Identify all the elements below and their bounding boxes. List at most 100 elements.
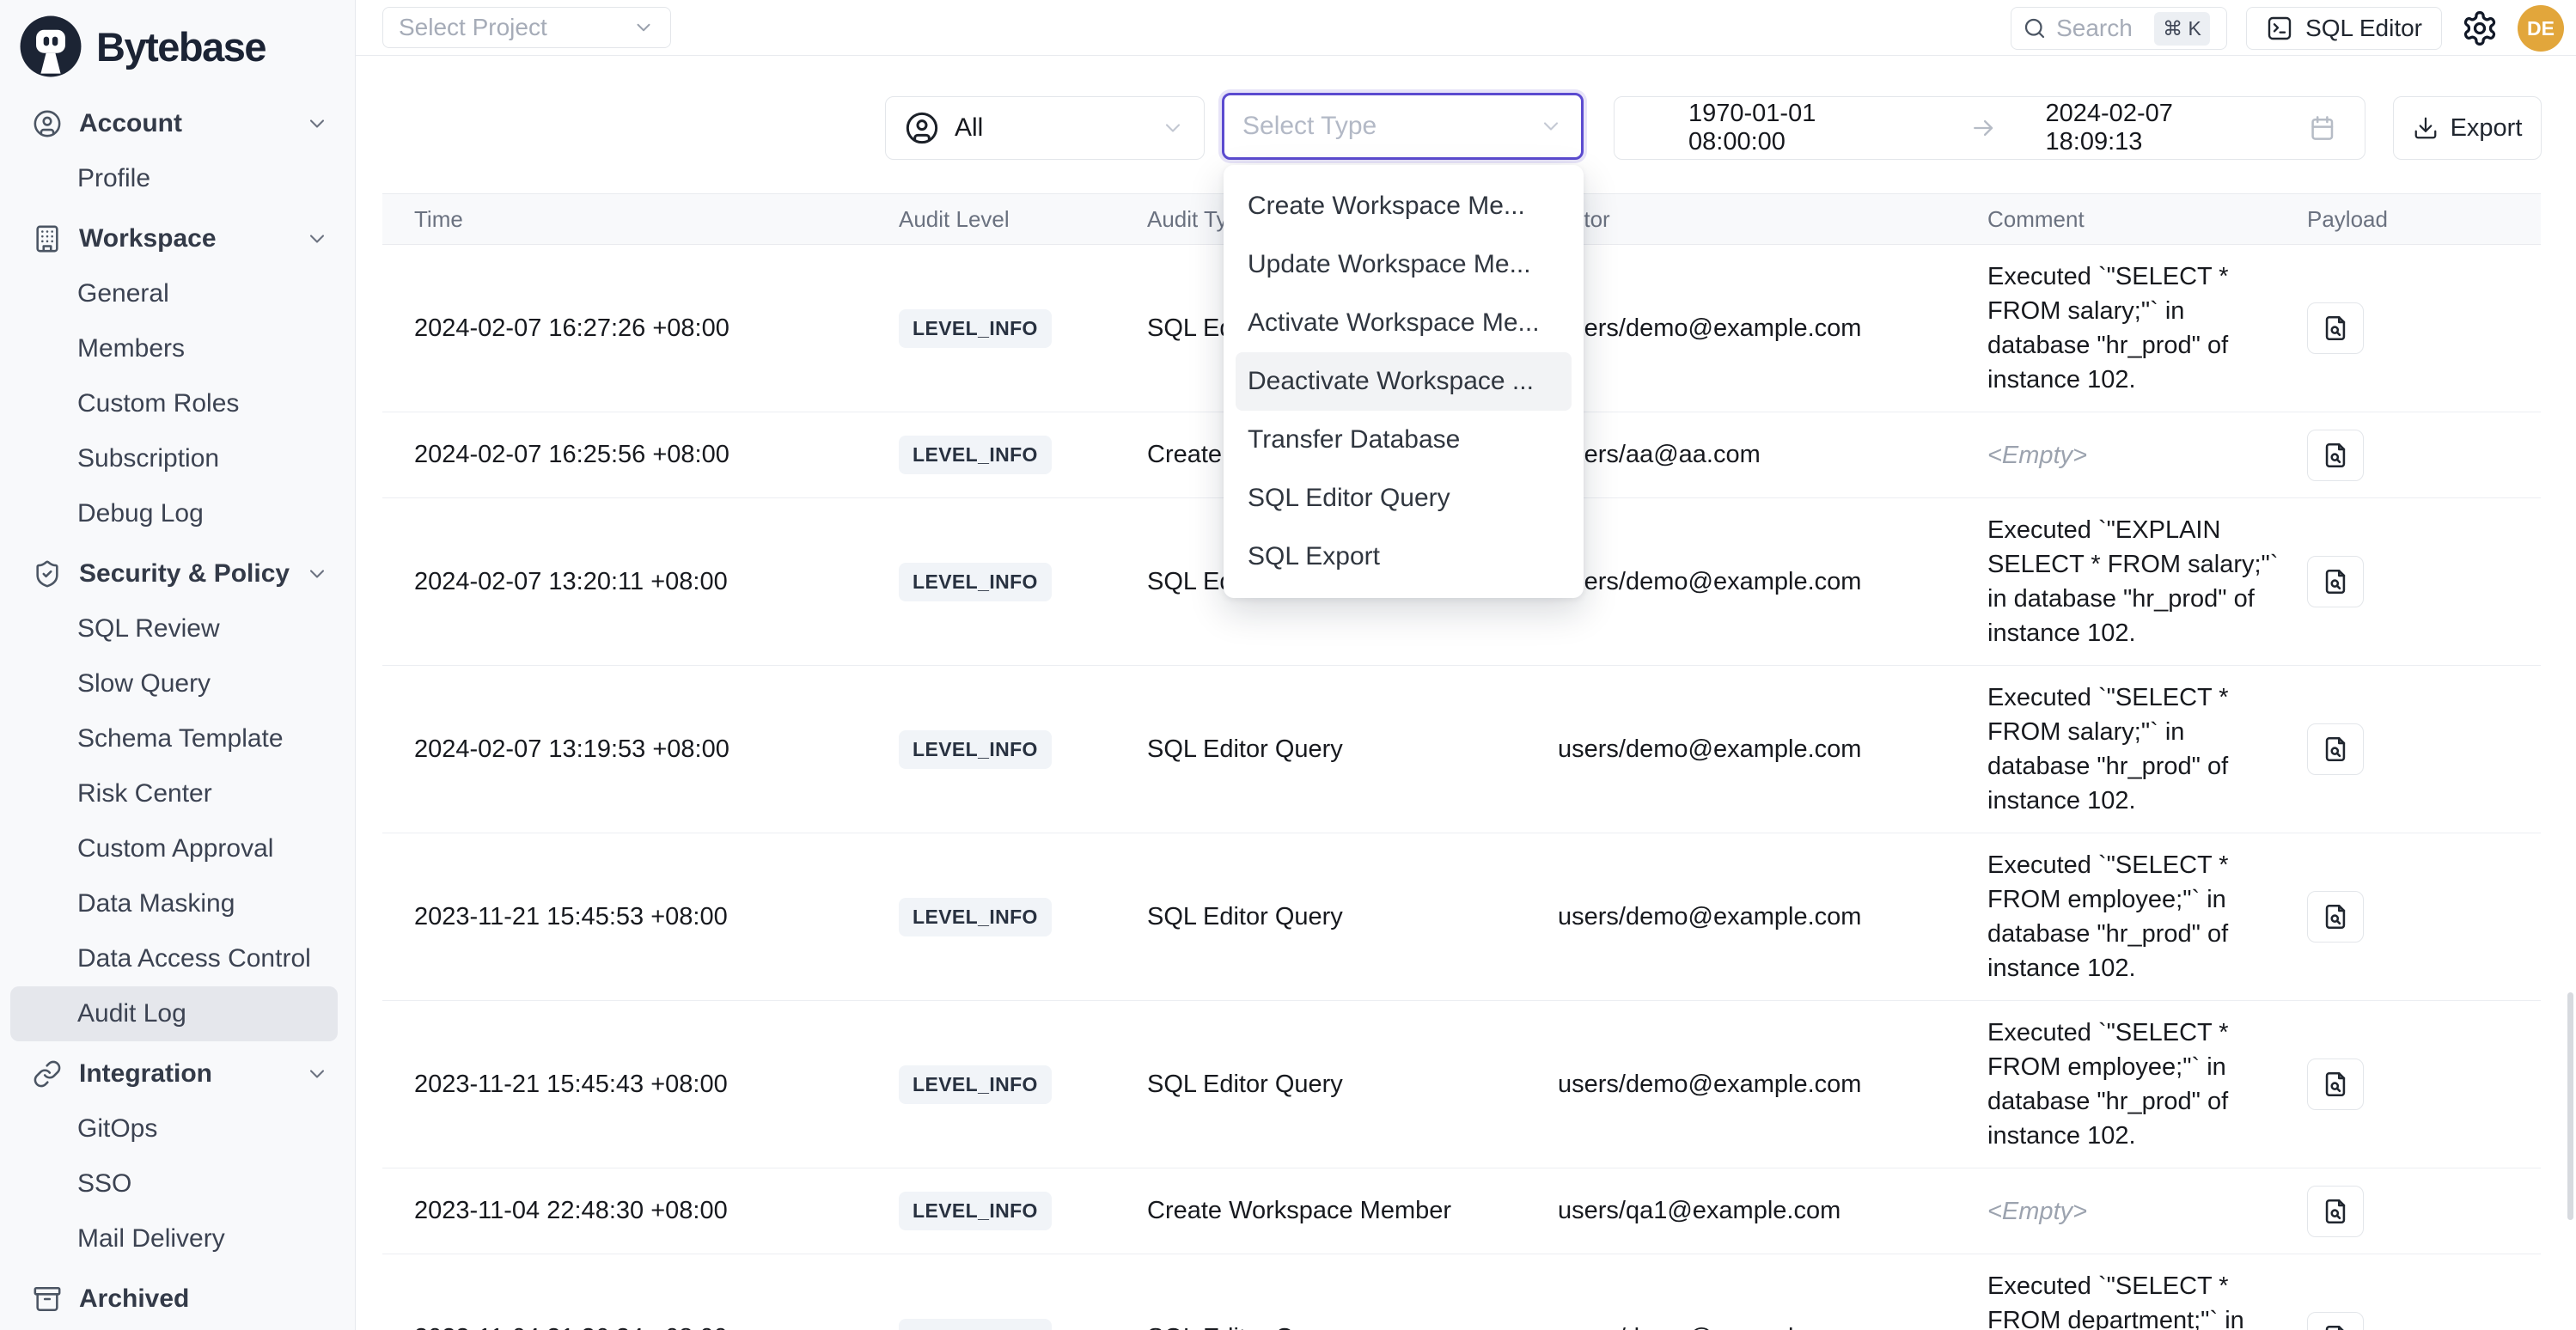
cell-payload (2307, 1312, 2541, 1330)
date-from-value[interactable]: 1970-01-01 08:00:00 (1688, 100, 1917, 156)
sidebar-item-debug-log[interactable]: Debug Log (0, 486, 355, 541)
dropdown-item-create-workspace-me[interactable]: Create Workspace Me... (1236, 177, 1572, 235)
sidebar-item-slow-query[interactable]: Slow Query (0, 656, 355, 711)
date-range-picker[interactable]: 1970-01-01 08:00:00 2024-02-07 18:09:13 (1614, 96, 2365, 160)
cell-audit-type: SQL Editor Query (1147, 903, 1558, 931)
project-select[interactable]: Select Project (382, 7, 671, 48)
user-circle-icon (905, 111, 939, 145)
brand[interactable]: Bytebase (0, 0, 355, 84)
column-header-actor: Actor (1558, 206, 1987, 233)
sidebar-item-custom-roles[interactable]: Custom Roles (0, 376, 355, 431)
sidebar-item-data-masking[interactable]: Data Masking (0, 876, 355, 931)
sql-editor-label: SQL Editor (2305, 15, 2422, 42)
dropdown-item-sql-editor-query[interactable]: SQL Editor Query (1236, 469, 1572, 528)
scrollbar-thumb[interactable] (2567, 992, 2573, 1220)
payload-view-button[interactable] (2307, 723, 2364, 775)
dropdown-item-update-workspace-me[interactable]: Update Workspace Me... (1236, 235, 1572, 294)
dropdown-item-deactivate-workspace[interactable]: Deactivate Workspace ... (1236, 352, 1572, 411)
brand-name: Bytebase (96, 23, 266, 70)
cell-time: 2023-11-04 21:26:34 +08:00 (382, 1324, 899, 1330)
cell-time: 2024-02-07 13:19:53 +08:00 (382, 735, 899, 764)
file-search-icon (2321, 1070, 2350, 1099)
export-button[interactable]: Export (2393, 96, 2542, 160)
sidebar-section-integration[interactable]: Integration (0, 1046, 355, 1101)
search-input[interactable] (2056, 15, 2146, 42)
sidebar-item-data-access-control[interactable]: Data Access Control (0, 931, 355, 986)
sidebar-section-account[interactable]: Account (0, 96, 355, 151)
sidebar-item-schema-template[interactable]: Schema Template (0, 711, 355, 766)
payload-view-button[interactable] (2307, 302, 2364, 354)
audit-level-badge: LEVEL_INFO (899, 563, 1052, 601)
sql-editor-button[interactable]: SQL Editor (2246, 7, 2442, 50)
dropdown-item-sql-export[interactable]: SQL Export (1236, 528, 1572, 586)
payload-view-button[interactable] (2307, 891, 2364, 943)
file-search-icon (2321, 1197, 2350, 1226)
cell-audit-type: Create Workspace Member (1147, 1197, 1558, 1225)
chevron-down-icon (305, 112, 329, 136)
download-icon (2413, 115, 2439, 141)
sidebar-item-members[interactable]: Members (0, 321, 355, 376)
cell-audit-level: LEVEL_INFO (899, 436, 1147, 474)
cell-audit-level: LEVEL_INFO (899, 730, 1147, 769)
sidebar-item-custom-approval[interactable]: Custom Approval (0, 821, 355, 876)
payload-view-button[interactable] (2307, 1312, 2364, 1330)
sidebar-section-label: Integration (79, 1059, 305, 1089)
sidebar-item-audit-log[interactable]: Audit Log (10, 986, 338, 1041)
gear-icon[interactable] (2461, 9, 2499, 47)
payload-view-button[interactable] (2307, 1059, 2364, 1110)
search-box[interactable]: ⌘ K (2011, 7, 2227, 50)
cell-time: 2024-02-07 16:27:26 +08:00 (382, 314, 899, 343)
payload-view-button[interactable] (2307, 1186, 2364, 1237)
chevron-down-icon (305, 227, 329, 251)
sidebar-section-security-policy[interactable]: Security & Policy (0, 546, 355, 601)
cell-actor: users/demo@example.com (1558, 903, 1987, 931)
archive-icon (33, 1284, 62, 1314)
cell-actor: users/qa1@example.com (1558, 1197, 1987, 1225)
cell-audit-level: LEVEL_INFO (899, 1065, 1147, 1104)
sidebar: Bytebase AccountProfileWorkspaceGeneralM… (0, 0, 356, 1330)
cell-payload (2307, 302, 2541, 354)
terminal-icon (2266, 15, 2293, 42)
cell-comment: Executed `"SELECT * FROM salary;"` in da… (1987, 259, 2307, 397)
cell-payload (2307, 1186, 2541, 1237)
sidebar-item-gitops[interactable]: GitOps (0, 1101, 355, 1156)
topbar: Select Project ⌘ K SQL Editor DE (356, 0, 2576, 56)
sidebar-section-label: Workspace (79, 224, 305, 253)
sidebar-section-workspace[interactable]: Workspace (0, 211, 355, 266)
cell-payload (2307, 723, 2541, 775)
calendar-icon (2308, 113, 2337, 143)
cell-time: 2023-11-04 22:48:30 +08:00 (382, 1197, 899, 1225)
audit-level-badge: LEVEL_INFO (899, 1192, 1052, 1230)
sidebar-item-sql-review[interactable]: SQL Review (0, 601, 355, 656)
cell-audit-level: LEVEL_INFO (899, 309, 1147, 348)
cell-payload (2307, 891, 2541, 943)
chevron-down-icon (305, 562, 329, 586)
payload-view-button[interactable] (2307, 430, 2364, 481)
type-filter-select[interactable]: Select Type (1222, 93, 1584, 160)
type-filter-dropdown: Create Workspace Me...Update Workspace M… (1224, 165, 1584, 598)
chevron-down-icon (305, 1062, 329, 1086)
date-to-value[interactable]: 2024-02-07 18:09:13 (2046, 100, 2274, 156)
sidebar-item-risk-center[interactable]: Risk Center (0, 766, 355, 821)
sidebar-item-subscription[interactable]: Subscription (0, 431, 355, 486)
sidebar-item-mail-delivery[interactable]: Mail Delivery (0, 1211, 355, 1266)
sidebar-section-label: Account (79, 109, 305, 138)
sidebar-item-sso[interactable]: SSO (0, 1156, 355, 1211)
actor-filter-select[interactable]: All (885, 96, 1205, 160)
cell-comment: Executed `"SELECT * FROM employee;"` in … (1987, 1016, 2307, 1153)
dropdown-item-transfer-database[interactable]: Transfer Database (1236, 411, 1572, 469)
cell-actor: users/demo@example.com (1558, 314, 1987, 343)
dropdown-item-activate-workspace-me[interactable]: Activate Workspace Me... (1236, 294, 1572, 352)
sidebar-section-archived[interactable]: Archived (0, 1272, 355, 1327)
sidebar-item-general[interactable]: General (0, 266, 355, 321)
payload-view-button[interactable] (2307, 556, 2364, 607)
topbar-actions: ⌘ K SQL Editor DE (2011, 6, 2564, 51)
sidebar-item-profile[interactable]: Profile (0, 151, 355, 206)
audit-level-badge: LEVEL_INFO (899, 898, 1052, 936)
file-search-icon (2321, 441, 2350, 470)
cell-audit-type: SQL Editor Query (1147, 1324, 1558, 1330)
chevron-down-icon (1539, 114, 1563, 138)
column-header-audit-level: Audit Level (899, 206, 1147, 233)
avatar[interactable]: DE (2518, 5, 2564, 52)
cell-time: 2023-11-21 15:45:53 +08:00 (382, 903, 899, 931)
